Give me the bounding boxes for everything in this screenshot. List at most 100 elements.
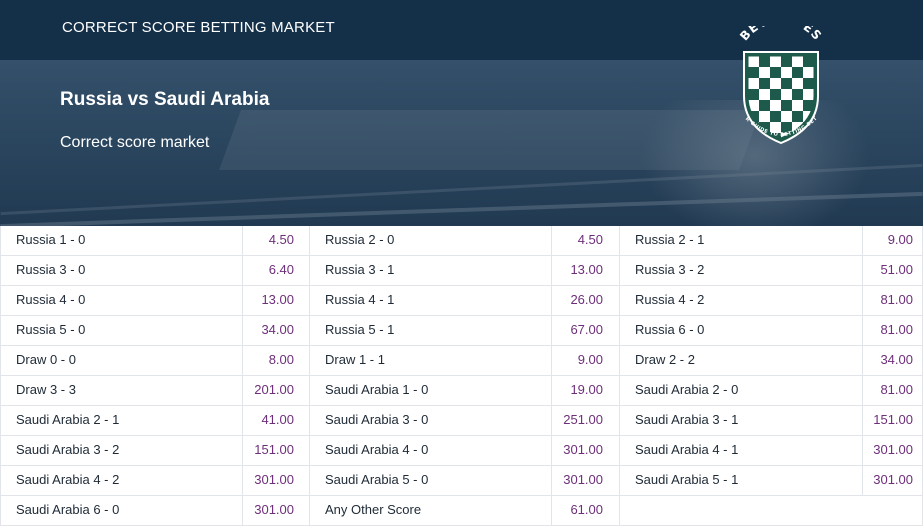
score-label: Russia 4 - 1 bbox=[325, 292, 395, 307]
odds-value[interactable]: 41.00 bbox=[234, 406, 294, 436]
odds-value[interactable]: 151.00 bbox=[234, 436, 294, 466]
column-divider bbox=[309, 286, 310, 316]
odds-value[interactable]: 13.00 bbox=[543, 256, 603, 286]
market-row: Russia 1 - 0 4.50 Russia 2 - 0 4.50 Russia 2… bbox=[0, 226, 923, 256]
odds-value[interactable]: 4.50 bbox=[234, 226, 294, 256]
column-divider bbox=[551, 286, 552, 316]
score-label: Saudi Arabia 4 - 0 bbox=[325, 442, 429, 457]
column-divider bbox=[242, 406, 243, 436]
column-divider bbox=[619, 226, 620, 256]
column-divider bbox=[619, 436, 620, 466]
logo-check-square bbox=[803, 89, 814, 100]
logo-check-square bbox=[759, 100, 770, 111]
column-divider bbox=[242, 286, 243, 316]
score-label: Draw 1 - 1 bbox=[325, 352, 385, 367]
odds-value[interactable]: 301.00 bbox=[543, 436, 603, 466]
score-label: Saudi Arabia 4 - 1 bbox=[635, 442, 739, 457]
column-divider bbox=[862, 436, 863, 466]
logo-check-square bbox=[803, 56, 814, 67]
market-row: Saudi Arabia 4 - 2 301.00 Saudi Arabia 5 -… bbox=[0, 466, 923, 496]
logo-check-square bbox=[792, 67, 803, 78]
score-label: Russia 3 - 0 bbox=[16, 262, 86, 277]
odds-value[interactable]: 301.00 bbox=[543, 466, 603, 496]
odds-value[interactable]: 251.00 bbox=[543, 406, 603, 436]
logo-check-square bbox=[770, 100, 781, 111]
column-divider bbox=[862, 466, 863, 496]
logo-check-square bbox=[803, 78, 814, 89]
column-divider bbox=[242, 436, 243, 466]
logo-check-square bbox=[792, 78, 803, 89]
logo-check-square bbox=[759, 78, 770, 89]
logo-check-square bbox=[759, 67, 770, 78]
logo-check-square bbox=[770, 89, 781, 100]
column-divider bbox=[619, 316, 620, 346]
logo-check-square bbox=[781, 89, 792, 100]
column-divider bbox=[309, 256, 310, 286]
column-divider bbox=[619, 466, 620, 496]
column-divider bbox=[862, 346, 863, 376]
column-divider bbox=[551, 436, 552, 466]
odds-value[interactable]: 61.00 bbox=[543, 496, 603, 526]
column-divider bbox=[619, 406, 620, 436]
score-label: Saudi Arabia 5 - 1 bbox=[635, 472, 739, 487]
column-divider bbox=[242, 346, 243, 376]
score-label: Saudi Arabia 3 - 2 bbox=[16, 442, 120, 457]
logo-check-square bbox=[803, 133, 814, 138]
column-divider bbox=[309, 316, 310, 346]
score-label: Saudi Arabia 2 - 1 bbox=[16, 412, 120, 427]
market-row: Russia 4 - 0 13.00 Russia 4 - 1 26.00 Russia… bbox=[0, 286, 923, 316]
odds-value[interactable]: 67.00 bbox=[543, 316, 603, 346]
market-row: Draw 3 - 3 201.00 Saudi Arabia 1 - 0 19.00 S… bbox=[0, 376, 923, 406]
score-label: Russia 4 - 0 bbox=[16, 292, 86, 307]
odds-value[interactable]: 301.00 bbox=[234, 496, 294, 526]
column-divider bbox=[862, 376, 863, 406]
odds-value[interactable]: 301.00 bbox=[234, 466, 294, 496]
score-label: Russia 5 - 0 bbox=[16, 322, 86, 337]
score-label: Russia 1 - 0 bbox=[16, 232, 86, 247]
market-row: Saudi Arabia 3 - 2 151.00 Saudi Arabia 4 -… bbox=[0, 436, 923, 466]
odds-value[interactable]: 201.00 bbox=[234, 376, 294, 406]
score-label: Saudi Arabia 3 - 1 bbox=[635, 412, 739, 427]
logo-check-square bbox=[781, 78, 792, 89]
logo-check-square bbox=[792, 56, 803, 67]
column-divider bbox=[551, 316, 552, 346]
odds-value[interactable]: 19.00 bbox=[543, 376, 603, 406]
column-divider bbox=[242, 316, 243, 346]
logo-check-square bbox=[781, 100, 792, 111]
score-label: Saudi Arabia 6 - 0 bbox=[16, 502, 120, 517]
match-subtitle: Correct score market bbox=[60, 134, 210, 151]
score-label: Draw 3 - 3 bbox=[16, 382, 76, 397]
column-divider bbox=[309, 466, 310, 496]
column-divider bbox=[551, 346, 552, 376]
odds-value[interactable]: 9.00 bbox=[543, 346, 603, 376]
score-label: Saudi Arabia 2 - 0 bbox=[635, 382, 739, 397]
logo-check-square bbox=[759, 56, 770, 67]
score-label: Russia 3 - 1 bbox=[325, 262, 395, 277]
logo-check-square bbox=[781, 56, 792, 67]
logo-check-square bbox=[792, 89, 803, 100]
score-label: Saudi Arabia 1 - 0 bbox=[325, 382, 429, 397]
score-label: Draw 0 - 0 bbox=[16, 352, 76, 367]
logo-check-square bbox=[748, 78, 759, 89]
column-divider bbox=[551, 226, 552, 256]
odds-value[interactable]: 8.00 bbox=[234, 346, 294, 376]
score-label: Saudi Arabia 3 - 0 bbox=[325, 412, 429, 427]
column-divider bbox=[619, 286, 620, 316]
odds-value[interactable]: 4.50 bbox=[543, 226, 603, 256]
column-divider bbox=[551, 376, 552, 406]
column-divider bbox=[619, 376, 620, 406]
logo-check-square bbox=[770, 111, 781, 122]
market-row: Russia 5 - 0 34.00 Russia 5 - 1 67.00 Russia… bbox=[0, 316, 923, 346]
column-divider bbox=[619, 496, 620, 526]
logo-check-square bbox=[770, 78, 781, 89]
column-divider bbox=[309, 226, 310, 256]
column-divider bbox=[862, 406, 863, 436]
market-row: Russia 3 - 0 6.40 Russia 3 - 1 13.00 Russia … bbox=[0, 256, 923, 286]
odds-value[interactable]: 26.00 bbox=[543, 286, 603, 316]
odds-value[interactable]: 13.00 bbox=[234, 286, 294, 316]
column-divider bbox=[242, 376, 243, 406]
logo-check-square bbox=[759, 89, 770, 100]
column-divider bbox=[551, 496, 552, 526]
odds-value[interactable]: 34.00 bbox=[234, 316, 294, 346]
odds-value[interactable]: 6.40 bbox=[234, 256, 294, 286]
